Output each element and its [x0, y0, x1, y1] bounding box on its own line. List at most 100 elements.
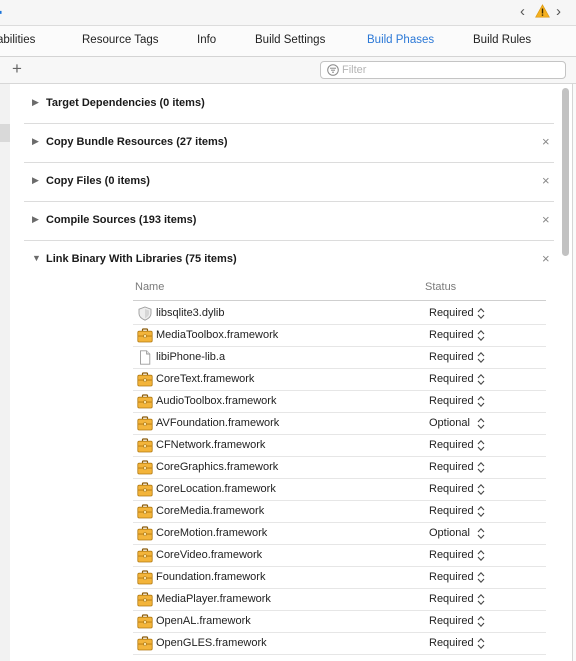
disclosure-collapsed-icon[interactable]: ▶: [32, 214, 39, 225]
tab-build-rules[interactable]: Build Rules: [473, 34, 531, 46]
library-status-select[interactable]: Optional: [429, 417, 470, 429]
status-stepper-icon[interactable]: [477, 571, 485, 584]
library-status-select[interactable]: Optional: [429, 527, 470, 539]
status-stepper-icon[interactable]: [477, 329, 485, 342]
delete-phase-button[interactable]: ×: [542, 212, 550, 227]
filter-field[interactable]: [320, 61, 566, 79]
library-status-select[interactable]: Required: [429, 593, 474, 605]
status-stepper-icon[interactable]: [477, 527, 485, 540]
status-stepper[interactable]: [477, 395, 485, 408]
column-header-name[interactable]: Name: [135, 281, 164, 293]
status-stepper-icon[interactable]: [477, 439, 485, 452]
status-stepper[interactable]: [477, 307, 485, 320]
tab-build-phases[interactable]: Build Phases: [367, 34, 434, 46]
library-row[interactable]: Foundation.framework Required: [133, 567, 546, 589]
library-row[interactable]: AudioToolbox.framework Required: [133, 391, 546, 413]
project-file-icon[interactable]: ▪: [0, 5, 2, 19]
tab-build-settings[interactable]: Build Settings: [255, 34, 325, 46]
status-stepper-icon[interactable]: [477, 395, 485, 408]
disclosure-collapsed-icon[interactable]: ▶: [32, 97, 39, 108]
library-status-select[interactable]: Required: [429, 351, 474, 363]
status-stepper-icon[interactable]: [477, 593, 485, 606]
library-status-select[interactable]: Required: [429, 549, 474, 561]
status-stepper-icon[interactable]: [477, 307, 485, 320]
library-status-select[interactable]: Required: [429, 395, 474, 407]
library-status-select[interactable]: Required: [429, 373, 474, 385]
status-stepper-icon[interactable]: [477, 461, 485, 474]
tab-resource-tags[interactable]: Resource Tags: [82, 34, 159, 46]
status-stepper[interactable]: [477, 439, 485, 452]
library-status-select[interactable]: Required: [429, 615, 474, 627]
navigate-forward-button[interactable]: ›: [556, 3, 561, 20]
library-row[interactable]: AVFoundation.framework Optional: [133, 413, 546, 435]
status-stepper[interactable]: [477, 329, 485, 342]
library-status-select[interactable]: Required: [429, 307, 474, 319]
status-stepper[interactable]: [477, 527, 485, 540]
library-row[interactable]: libsqlite3.dylib Required: [133, 303, 546, 325]
tab-capabilities[interactable]: abilities: [0, 34, 35, 46]
delete-phase-button[interactable]: ×: [542, 134, 550, 149]
status-stepper[interactable]: [477, 615, 485, 628]
status-stepper[interactable]: [477, 593, 485, 606]
library-status-select[interactable]: Required: [429, 439, 474, 451]
library-row[interactable]: OpenAL.framework Required: [133, 611, 546, 633]
library-name: MediaToolbox.framework: [156, 329, 279, 341]
library-name: CoreText.framework: [156, 373, 255, 385]
library-status-select[interactable]: Required: [429, 329, 474, 341]
library-status-select[interactable]: Required: [429, 483, 474, 495]
tab-info[interactable]: Info: [197, 34, 216, 46]
library-status-select[interactable]: Required: [429, 571, 474, 583]
phase-title: Copy Bundle Resources (27 items): [46, 136, 228, 148]
add-build-phase-button[interactable]: +: [12, 59, 22, 79]
library-row[interactable]: libiPhone-lib.a Required: [133, 347, 546, 369]
status-stepper[interactable]: [477, 505, 485, 518]
status-stepper-icon[interactable]: [477, 351, 485, 364]
status-stepper-icon[interactable]: [477, 505, 485, 518]
library-status-select[interactable]: Required: [429, 505, 474, 517]
disclosure-collapsed-icon[interactable]: ▶: [32, 175, 39, 186]
library-row[interactable]: CFNetwork.framework Required: [133, 435, 546, 457]
library-name: CoreMedia.framework: [156, 505, 265, 517]
status-stepper-icon[interactable]: [477, 417, 485, 430]
delete-phase-button[interactable]: ×: [542, 173, 550, 188]
library-status-select[interactable]: Required: [429, 637, 474, 649]
delete-phase-button[interactable]: ×: [542, 251, 550, 266]
column-header-status[interactable]: Status: [425, 281, 456, 293]
status-stepper[interactable]: [477, 461, 485, 474]
phase-copy-files[interactable]: ▶ Copy Files (0 items) ×: [24, 163, 554, 202]
status-stepper-icon[interactable]: [477, 483, 485, 496]
status-stepper-icon[interactable]: [477, 637, 485, 650]
library-row[interactable]: MediaPlayer.framework Required: [133, 589, 546, 611]
status-stepper-icon[interactable]: [477, 549, 485, 562]
library-row[interactable]: CoreMotion.framework Optional: [133, 523, 546, 545]
status-stepper[interactable]: [477, 549, 485, 562]
navigate-back-button[interactable]: ‹: [520, 3, 525, 20]
phase-compile-sources[interactable]: ▶ Compile Sources (193 items) ×: [24, 202, 554, 241]
library-name: CoreVideo.framework: [156, 549, 263, 561]
library-row[interactable]: CoreText.framework Required: [133, 369, 546, 391]
status-stepper[interactable]: [477, 571, 485, 584]
disclosure-expanded-icon[interactable]: ▼: [32, 253, 41, 263]
phase-target-dependencies[interactable]: ▶ Target Dependencies (0 items): [24, 85, 554, 124]
phase-link-binary-with-libraries[interactable]: ▼ Link Binary With Libraries (75 items) …: [24, 241, 554, 279]
library-row[interactable]: CoreGraphics.framework Required: [133, 457, 546, 479]
library-status-select[interactable]: Required: [429, 461, 474, 473]
library-row[interactable]: CoreLocation.framework Required: [133, 479, 546, 501]
library-row[interactable]: OpenGLES.framework Required: [133, 633, 546, 655]
status-stepper-icon[interactable]: [477, 615, 485, 628]
status-stepper-icon[interactable]: [477, 373, 485, 386]
vertical-scrollbar[interactable]: [562, 88, 569, 256]
warning-triangle-icon[interactable]: [535, 4, 550, 18]
status-stepper[interactable]: [477, 483, 485, 496]
phase-copy-bundle-resources[interactable]: ▶ Copy Bundle Resources (27 items) ×: [24, 124, 554, 163]
status-stepper[interactable]: [477, 637, 485, 650]
library-row[interactable]: CoreMedia.framework Required: [133, 501, 546, 523]
filter-input[interactable]: [342, 63, 552, 77]
status-stepper[interactable]: [477, 351, 485, 364]
framework-toolbox-icon: [137, 394, 153, 409]
disclosure-collapsed-icon[interactable]: ▶: [32, 136, 39, 147]
library-row[interactable]: CoreVideo.framework Required: [133, 545, 546, 567]
status-stepper[interactable]: [477, 417, 485, 430]
library-row[interactable]: MediaToolbox.framework Required: [133, 325, 546, 347]
status-stepper[interactable]: [477, 373, 485, 386]
